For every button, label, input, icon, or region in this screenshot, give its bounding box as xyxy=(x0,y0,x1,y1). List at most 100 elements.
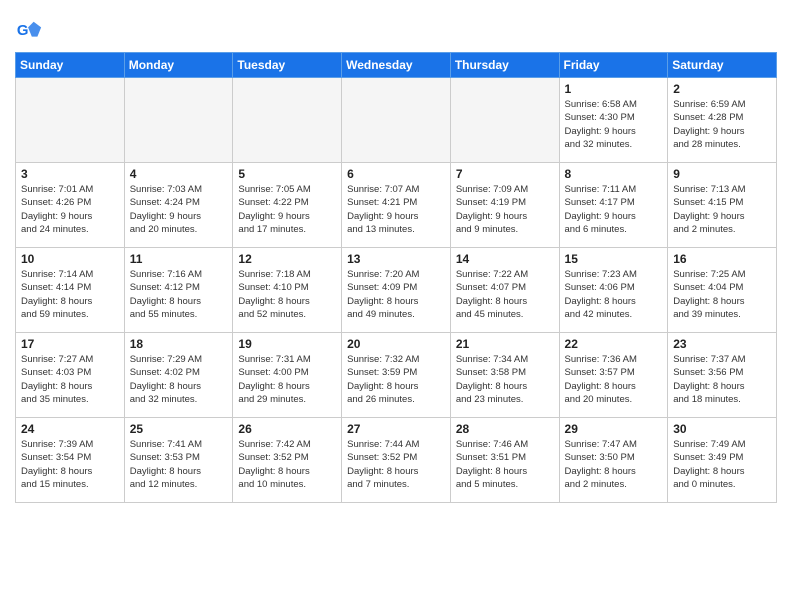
calendar-cell xyxy=(16,78,125,163)
logo: G xyxy=(15,18,45,46)
day-info: Sunrise: 7:36 AMSunset: 3:57 PMDaylight:… xyxy=(565,353,663,406)
week-row-3: 17 Sunrise: 7:27 AMSunset: 4:03 PMDayligh… xyxy=(16,333,777,418)
day-number: 3 xyxy=(21,167,119,181)
calendar-cell: 11 Sunrise: 7:16 AMSunset: 4:12 PMDayligh… xyxy=(124,248,233,333)
day-number: 24 xyxy=(21,422,119,436)
day-info: Sunrise: 7:22 AMSunset: 4:07 PMDaylight:… xyxy=(456,268,554,321)
day-info: Sunrise: 7:18 AMSunset: 4:10 PMDaylight:… xyxy=(238,268,336,321)
calendar-cell: 21Sunrise: 7:34 AMSunset: 3:58 PMDayligh… xyxy=(450,333,559,418)
calendar-cell: 10Sunrise: 7:14 AMSunset: 4:14 PMDayligh… xyxy=(16,248,125,333)
day-number: 14 xyxy=(456,252,554,266)
day-number: 2 xyxy=(673,82,771,96)
svg-text:G: G xyxy=(17,22,29,39)
day-number: 9 xyxy=(673,167,771,181)
day-info: Sunrise: 7:31 AMSunset: 4:00 PMDaylight:… xyxy=(238,353,336,406)
day-info: Sunrise: 7:25 AMSunset: 4:04 PMDaylight:… xyxy=(673,268,771,321)
calendar-cell: 19 Sunrise: 7:31 AMSunset: 4:00 PMDayligh… xyxy=(233,333,342,418)
calendar-cell: 23 Sunrise: 7:37 AMSunset: 3:56 PMDayligh… xyxy=(668,333,777,418)
weekday-header-thursday: Thursday xyxy=(450,53,559,78)
calendar-cell: 28Sunrise: 7:46 AMSunset: 3:51 PMDayligh… xyxy=(450,418,559,503)
day-number: 25 xyxy=(130,422,228,436)
calendar-cell: 16 Sunrise: 7:25 AMSunset: 4:04 PMDayligh… xyxy=(668,248,777,333)
calendar-cell xyxy=(124,78,233,163)
calendar-cell: 20 Sunrise: 7:32 AMSunset: 3:59 PMDayligh… xyxy=(342,333,451,418)
calendar-cell: 2 Sunrise: 6:59 AMSunset: 4:28 PMDaylight… xyxy=(668,78,777,163)
calendar-cell: 26Sunrise: 7:42 AMSunset: 3:52 PMDayligh… xyxy=(233,418,342,503)
day-number: 8 xyxy=(565,167,663,181)
calendar-cell: 13 Sunrise: 7:20 AMSunset: 4:09 PMDayligh… xyxy=(342,248,451,333)
calendar-cell: 17 Sunrise: 7:27 AMSunset: 4:03 PMDayligh… xyxy=(16,333,125,418)
day-number: 12 xyxy=(238,252,336,266)
week-row-2: 10Sunrise: 7:14 AMSunset: 4:14 PMDayligh… xyxy=(16,248,777,333)
day-info: Sunrise: 6:58 AMSunset: 4:30 PMDaylight:… xyxy=(565,98,663,151)
day-number: 5 xyxy=(238,167,336,181)
day-number: 16 xyxy=(673,252,771,266)
calendar-cell: 12 Sunrise: 7:18 AMSunset: 4:10 PMDayligh… xyxy=(233,248,342,333)
calendar-cell: 7 Sunrise: 7:09 AMSunset: 4:19 PMDaylight… xyxy=(450,163,559,248)
day-info: Sunrise: 7:27 AMSunset: 4:03 PMDaylight:… xyxy=(21,353,119,406)
calendar-cell: 4 Sunrise: 7:03 AMSunset: 4:24 PMDaylight… xyxy=(124,163,233,248)
day-info: Sunrise: 7:20 AMSunset: 4:09 PMDaylight:… xyxy=(347,268,445,321)
day-info: Sunrise: 7:07 AMSunset: 4:21 PMDaylight:… xyxy=(347,183,445,236)
day-info: Sunrise: 7:46 AMSunset: 3:51 PMDaylight:… xyxy=(456,438,554,491)
day-number: 7 xyxy=(456,167,554,181)
calendar-cell: 14 Sunrise: 7:22 AMSunset: 4:07 PMDayligh… xyxy=(450,248,559,333)
calendar-cell xyxy=(342,78,451,163)
day-number: 29 xyxy=(565,422,663,436)
day-info: Sunrise: 7:29 AMSunset: 4:02 PMDaylight:… xyxy=(130,353,228,406)
day-info: Sunrise: 7:41 AMSunset: 3:53 PMDaylight:… xyxy=(130,438,228,491)
day-number: 30 xyxy=(673,422,771,436)
calendar-cell: 25 Sunrise: 7:41 AMSunset: 3:53 PMDayligh… xyxy=(124,418,233,503)
calendar-cell xyxy=(450,78,559,163)
weekday-header-saturday: Saturday xyxy=(668,53,777,78)
day-info: Sunrise: 7:37 AMSunset: 3:56 PMDaylight:… xyxy=(673,353,771,406)
day-number: 11 xyxy=(130,252,228,266)
calendar-cell: 6Sunrise: 7:07 AMSunset: 4:21 PMDaylight… xyxy=(342,163,451,248)
calendar-cell: 29 Sunrise: 7:47 AMSunset: 3:50 PMDayligh… xyxy=(559,418,668,503)
week-row-0: 1Sunrise: 6:58 AMSunset: 4:30 PMDaylight… xyxy=(16,78,777,163)
day-number: 4 xyxy=(130,167,228,181)
week-row-1: 3 Sunrise: 7:01 AMSunset: 4:26 PMDaylight… xyxy=(16,163,777,248)
calendar-cell: 30Sunrise: 7:49 AMSunset: 3:49 PMDayligh… xyxy=(668,418,777,503)
calendar-cell: 9 Sunrise: 7:13 AMSunset: 4:15 PMDaylight… xyxy=(668,163,777,248)
day-info: Sunrise: 7:11 AMSunset: 4:17 PMDaylight:… xyxy=(565,183,663,236)
day-number: 18 xyxy=(130,337,228,351)
day-info: Sunrise: 7:14 AMSunset: 4:14 PMDaylight:… xyxy=(21,268,119,321)
day-info: Sunrise: 7:32 AMSunset: 3:59 PMDaylight:… xyxy=(347,353,445,406)
logo-icon: G xyxy=(15,18,43,46)
day-info: Sunrise: 7:23 AMSunset: 4:06 PMDaylight:… xyxy=(565,268,663,321)
calendar-cell: 27 Sunrise: 7:44 AMSunset: 3:52 PMDayligh… xyxy=(342,418,451,503)
day-number: 15 xyxy=(565,252,663,266)
day-info: Sunrise: 7:09 AMSunset: 4:19 PMDaylight:… xyxy=(456,183,554,236)
day-number: 22 xyxy=(565,337,663,351)
weekday-header-wednesday: Wednesday xyxy=(342,53,451,78)
weekday-header-tuesday: Tuesday xyxy=(233,53,342,78)
day-info: Sunrise: 7:16 AMSunset: 4:12 PMDaylight:… xyxy=(130,268,228,321)
calendar-table: SundayMondayTuesdayWednesdayThursdayFrid… xyxy=(15,52,777,503)
day-number: 17 xyxy=(21,337,119,351)
calendar-cell: 22 Sunrise: 7:36 AMSunset: 3:57 PMDayligh… xyxy=(559,333,668,418)
header: G xyxy=(15,10,777,46)
weekday-header-friday: Friday xyxy=(559,53,668,78)
weekday-header-monday: Monday xyxy=(124,53,233,78)
weekday-header-sunday: Sunday xyxy=(16,53,125,78)
day-number: 13 xyxy=(347,252,445,266)
calendar-cell: 5 Sunrise: 7:05 AMSunset: 4:22 PMDaylight… xyxy=(233,163,342,248)
day-info: Sunrise: 7:05 AMSunset: 4:22 PMDaylight:… xyxy=(238,183,336,236)
day-info: Sunrise: 7:01 AMSunset: 4:26 PMDaylight:… xyxy=(21,183,119,236)
calendar-cell: 8 Sunrise: 7:11 AMSunset: 4:17 PMDaylight… xyxy=(559,163,668,248)
day-number: 21 xyxy=(456,337,554,351)
day-info: Sunrise: 7:03 AMSunset: 4:24 PMDaylight:… xyxy=(130,183,228,236)
day-info: Sunrise: 7:42 AMSunset: 3:52 PMDaylight:… xyxy=(238,438,336,491)
day-number: 19 xyxy=(238,337,336,351)
calendar-cell: 3 Sunrise: 7:01 AMSunset: 4:26 PMDaylight… xyxy=(16,163,125,248)
day-info: Sunrise: 7:47 AMSunset: 3:50 PMDaylight:… xyxy=(565,438,663,491)
day-number: 23 xyxy=(673,337,771,351)
day-number: 20 xyxy=(347,337,445,351)
calendar-cell: 24Sunrise: 7:39 AMSunset: 3:54 PMDayligh… xyxy=(16,418,125,503)
day-number: 27 xyxy=(347,422,445,436)
day-info: Sunrise: 6:59 AMSunset: 4:28 PMDaylight:… xyxy=(673,98,771,151)
day-info: Sunrise: 7:44 AMSunset: 3:52 PMDaylight:… xyxy=(347,438,445,491)
day-info: Sunrise: 7:13 AMSunset: 4:15 PMDaylight:… xyxy=(673,183,771,236)
calendar-cell xyxy=(233,78,342,163)
